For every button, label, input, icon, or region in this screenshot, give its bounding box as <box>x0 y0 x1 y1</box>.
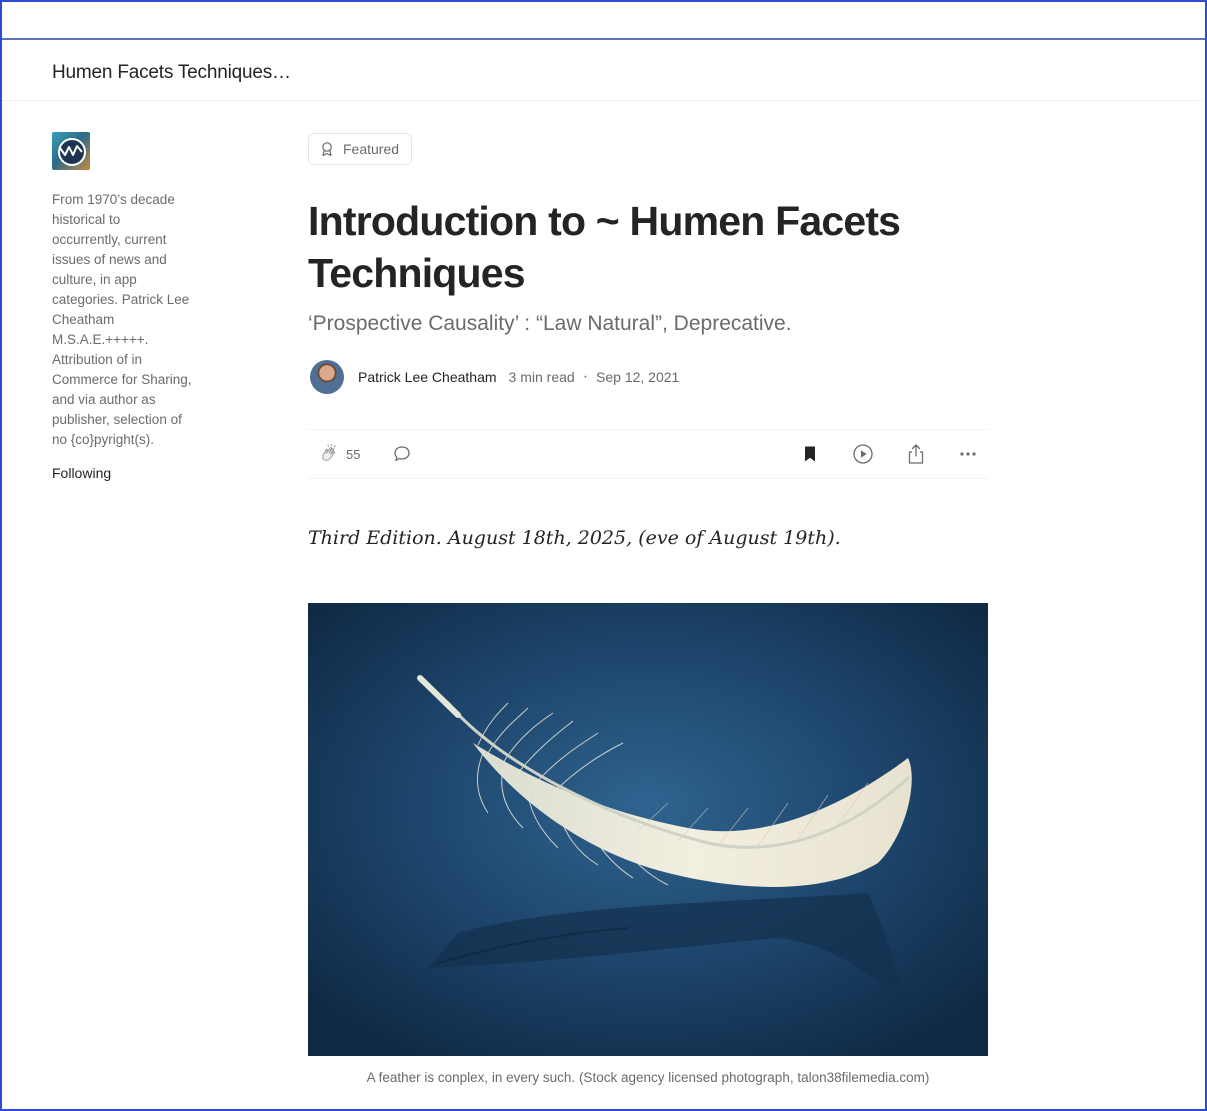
publication-header: Humen Facets Techniques… <box>0 42 1207 101</box>
comment-icon[interactable] <box>392 444 412 464</box>
feather-photograph[interactable] <box>308 603 988 1056</box>
publication-sidebar: From 1970’s decade historical to occurre… <box>52 132 202 481</box>
play-circle-icon[interactable] <box>852 443 874 465</box>
publish-date: Sep 12, 2021 <box>596 369 680 385</box>
more-horizontal-icon[interactable] <box>958 444 978 464</box>
byline: Patrick Lee Cheatham 3 min read · Sep 12… <box>308 359 988 395</box>
featured-badge[interactable]: Featured <box>308 133 413 165</box>
clap-button[interactable]: 55 <box>318 443 360 465</box>
clap-count: 55 <box>346 446 361 462</box>
article-action-bar: 55 <box>308 429 988 479</box>
article-title: Introduction to ~ Humen Facets Technique… <box>308 198 901 296</box>
read-time: 3 min read <box>508 369 575 385</box>
image-caption: A feather is conplex, in every such. (St… <box>366 1070 930 1085</box>
logo-wave-icon <box>59 145 83 156</box>
article-subtitle: ‘Prospective Causality’ : “Law Natural”,… <box>308 312 792 335</box>
article-column: Featured Introduction to ~ Humen Facets … <box>308 133 988 1085</box>
author-name-link[interactable]: Patrick Lee Cheatham <box>358 369 497 385</box>
publication-logo[interactable] <box>52 132 90 170</box>
meta-separator: · <box>582 368 589 385</box>
browser-top-bar <box>0 0 1207 40</box>
edition-note: Third Edition. August 18th, 2025, (eve o… <box>308 527 841 549</box>
following-button[interactable]: Following <box>52 465 202 481</box>
featured-label: Featured <box>343 141 400 157</box>
ribbon-icon <box>319 141 335 157</box>
feather-illustration <box>308 603 988 1056</box>
share-icon[interactable] <box>906 443 926 465</box>
author-avatar[interactable] <box>310 360 344 394</box>
publication-title-link[interactable]: Humen Facets Techniques… <box>52 62 291 84</box>
publication-description: From 1970’s decade historical to occurre… <box>52 192 192 447</box>
right-action-group <box>800 430 978 478</box>
clap-icon <box>318 443 340 465</box>
bookmark-filled-icon[interactable] <box>800 444 820 464</box>
